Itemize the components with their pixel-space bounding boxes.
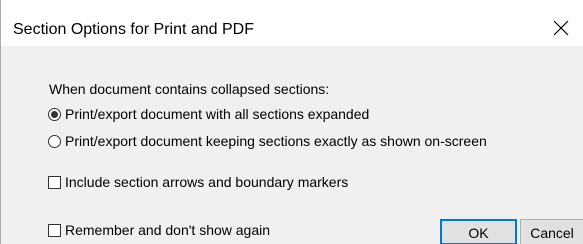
remember-label: Remember and don't show again	[65, 222, 271, 238]
close-icon	[553, 20, 569, 36]
include-arrows-checkbox[interactable]	[48, 175, 61, 189]
radio-keep-as-shown[interactable]: Print/export document keeping sections e…	[48, 131, 487, 151]
remember-checkbox-row[interactable]: Remember and don't show again	[48, 220, 270, 240]
section-options-dialog: Section Options for Print and PDF When d…	[0, 0, 583, 244]
ok-button[interactable]: OK	[440, 219, 517, 244]
dialog-title: Section Options for Print and PDF	[13, 21, 254, 38]
cancel-button[interactable]: Cancel	[520, 219, 583, 244]
radio-expand-all-label: Print/export document with all sections …	[65, 106, 370, 122]
collapsed-sections-label: When document contains collapsed section…	[49, 81, 330, 97]
radio-expand-all[interactable]: Print/export document with all sections …	[48, 104, 369, 124]
radio-keep-as-shown-label: Print/export document keeping sections e…	[65, 133, 487, 149]
remember-checkbox[interactable]	[48, 223, 61, 237]
include-arrows-checkbox-row[interactable]: Include section arrows and boundary mark…	[48, 172, 348, 192]
radio-button[interactable]	[48, 134, 61, 148]
radio-button-selected[interactable]	[48, 107, 61, 121]
close-button[interactable]	[540, 10, 583, 46]
title-bar: Section Options for Print and PDF	[1, 0, 583, 46]
include-arrows-label: Include section arrows and boundary mark…	[65, 174, 349, 190]
